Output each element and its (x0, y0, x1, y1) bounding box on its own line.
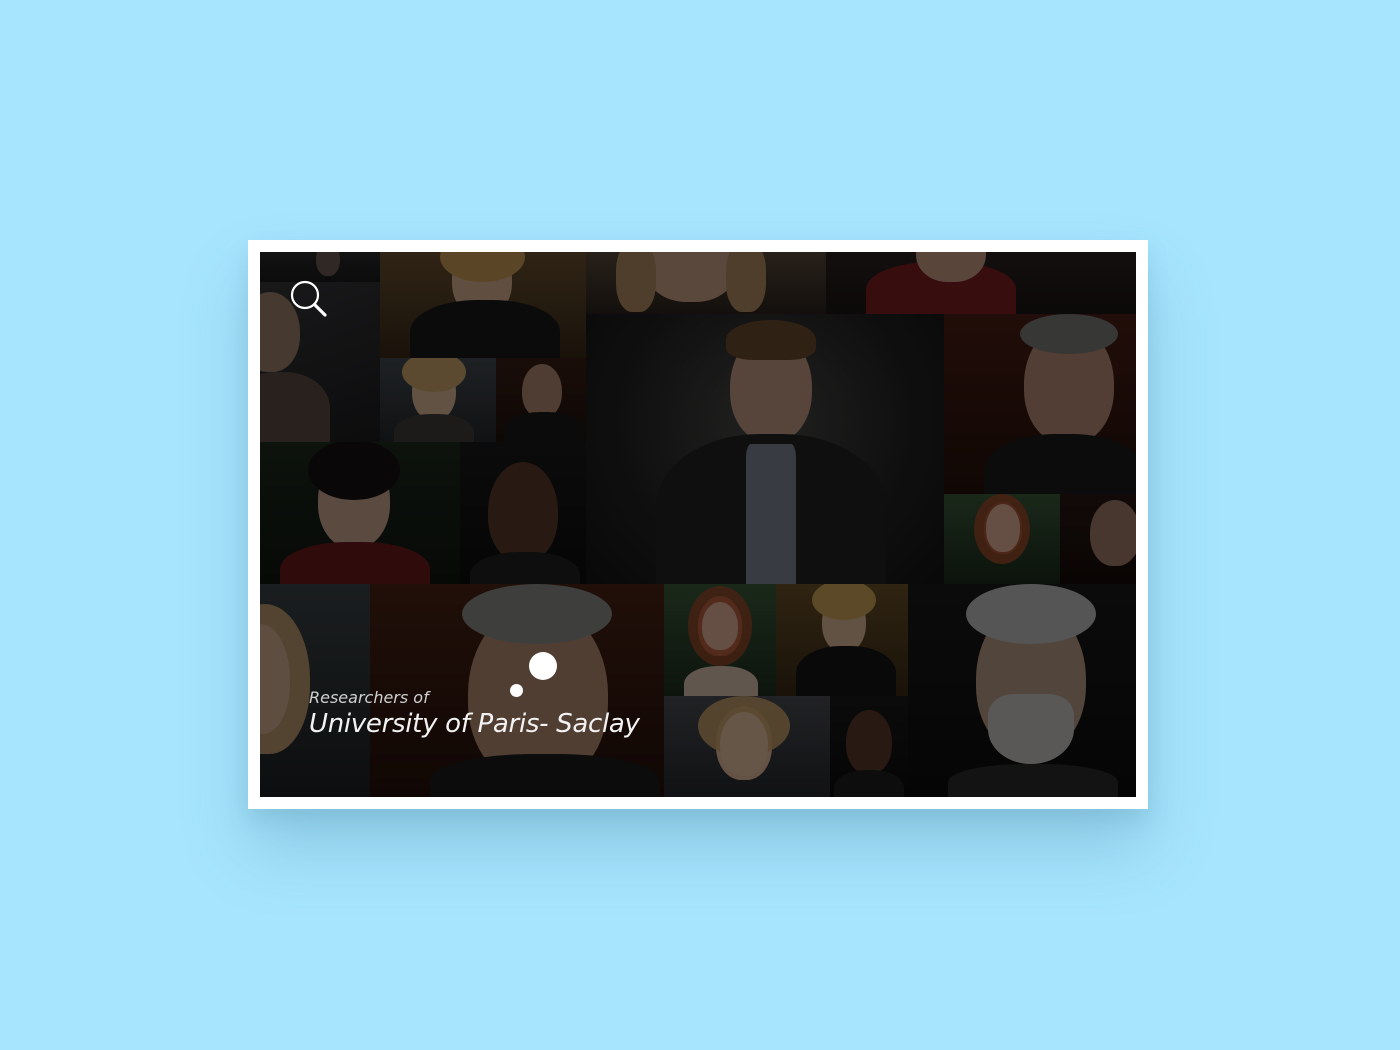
portrait-tile-6[interactable] (496, 358, 586, 442)
portrait-tile-12[interactable] (1060, 494, 1136, 584)
loader-dot-large (529, 652, 557, 680)
portrait-tile-17[interactable] (908, 584, 1136, 797)
portrait-tile-3[interactable] (586, 252, 826, 314)
portrait-tile-4[interactable] (826, 252, 1136, 314)
portrait-tile-10[interactable] (460, 442, 586, 584)
caption-title: University of Paris- Saclay (309, 709, 640, 739)
display-frame: Researchers of University of Paris- Sacl… (248, 240, 1148, 809)
caption-prefix: Researchers of (309, 688, 429, 707)
search-icon[interactable] (288, 278, 330, 320)
portrait-tile-18[interactable] (664, 696, 830, 797)
site-caption: Researchers of University of Paris- Sacl… (309, 688, 640, 740)
portrait-tile-19[interactable] (830, 696, 908, 797)
portrait-tile-8[interactable] (944, 314, 1136, 494)
portrait-tile-16[interactable] (776, 584, 908, 696)
portrait-tile-7[interactable] (586, 314, 944, 584)
portrait-tile-15[interactable] (664, 584, 776, 696)
portrait-tile-2[interactable] (380, 252, 586, 358)
portrait-tile-5[interactable] (380, 358, 496, 442)
portrait-gallery: Researchers of University of Paris- Sacl… (260, 252, 1136, 797)
portrait-tile-9[interactable] (260, 442, 460, 584)
portrait-tile-11[interactable] (944, 494, 1060, 584)
